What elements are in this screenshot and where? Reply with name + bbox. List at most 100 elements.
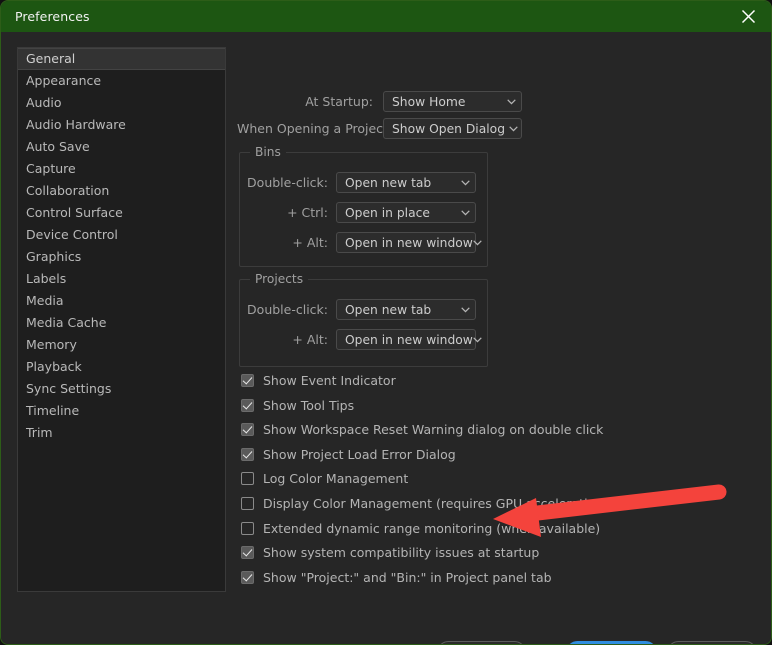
cancel-button[interactable]: Cancel xyxy=(667,641,757,644)
checkbox-checked-icon[interactable] xyxy=(241,546,254,560)
sidebar-item-trim[interactable]: Trim xyxy=(18,422,225,444)
when-opening-project-label: When Opening a Project: xyxy=(237,121,393,136)
sidebar-item-label: Appearance xyxy=(26,73,102,88)
checkbox-row-0[interactable]: Show Event Indicator xyxy=(241,373,396,388)
sidebar-item-label: Sync Settings xyxy=(26,381,112,396)
checkbox-label: Display Color Management (requires GPU a… xyxy=(263,496,609,511)
at-startup-label: At Startup: xyxy=(305,94,373,109)
projects-row-dropdown[interactable]: Open new tab xyxy=(336,299,476,320)
projects-row-dropdown[interactable]: Open in new window xyxy=(336,329,482,350)
sidebar-item-label: Memory xyxy=(26,337,77,352)
sidebar-item-auto-save[interactable]: Auto Save xyxy=(18,136,225,158)
checkbox-row-3[interactable]: Show Project Load Error Dialog xyxy=(241,447,456,462)
when-opening-project-row: When Opening a Project: Show Open Dialog xyxy=(237,118,522,139)
projects-group-title: Projects xyxy=(250,272,309,286)
sidebar-item-label: Graphics xyxy=(26,249,82,264)
sidebar-item-capture[interactable]: Capture xyxy=(18,158,225,180)
bins-row-1: + Ctrl: Open in place xyxy=(240,202,476,223)
sidebar-item-general[interactable]: General xyxy=(18,48,225,70)
chevron-down-icon xyxy=(505,125,521,132)
sidebar-item-collaboration[interactable]: Collaboration xyxy=(18,180,225,202)
sidebar-item-label: Media xyxy=(26,293,64,308)
sidebar-item-media-cache[interactable]: Media Cache xyxy=(18,312,225,334)
ok-button[interactable]: OK xyxy=(566,641,657,644)
checkbox-row-7[interactable]: Show system compatibility issues at star… xyxy=(241,545,539,560)
title-bar: Preferences xyxy=(1,1,771,32)
checkbox-label: Show system compatibility issues at star… xyxy=(263,545,540,561)
sidebar-item-sync-settings[interactable]: Sync Settings xyxy=(18,378,225,400)
checkbox-label: Extended dynamic range monitoring (when … xyxy=(263,520,601,536)
checkbox-row-1[interactable]: Show Tool Tips xyxy=(241,398,354,413)
projects-row-0: Double-click: Open new tab xyxy=(240,299,476,320)
checkbox-checked-icon[interactable] xyxy=(241,570,254,584)
sidebar-item-labels[interactable]: Labels xyxy=(18,268,225,290)
projects-group: Projects Double-click: Open new tab + Alt:… xyxy=(239,272,488,367)
general-settings-pane: At Startup: Show Home When Opening a Pro… xyxy=(237,32,771,644)
bins-group-title: Bins xyxy=(250,145,286,159)
sidebar-item-audio-hardware[interactable]: Audio Hardware xyxy=(18,114,225,136)
projects-row-1: + Alt: Open in new window xyxy=(240,329,482,350)
checkbox-checked-icon[interactable] xyxy=(241,398,254,412)
checkbox-checked-icon[interactable] xyxy=(241,423,254,437)
sidebar-item-timeline[interactable]: Timeline xyxy=(18,400,225,422)
checkbox-unchecked-icon[interactable] xyxy=(241,521,254,535)
checkbox-row-4[interactable]: Log Color Management xyxy=(241,471,408,486)
checkbox-label: Show Event Indicator xyxy=(263,373,396,388)
bins-row-dropdown[interactable]: Open in new window xyxy=(336,232,482,253)
help-button[interactable]: Help xyxy=(437,641,526,644)
when-opening-project-dropdown[interactable]: Show Open Dialog xyxy=(383,118,522,139)
chevron-down-icon xyxy=(455,179,475,186)
projects-row-label: + Alt: xyxy=(292,332,328,347)
projects-row-value: Open new tab xyxy=(345,302,432,317)
bins-row-dropdown[interactable]: Open new tab xyxy=(336,172,476,193)
sidebar-item-device-control[interactable]: Device Control xyxy=(18,224,225,246)
bins-row-2: + Alt: Open in new window xyxy=(240,232,482,253)
bins-row-label: Double-click: xyxy=(247,175,328,190)
projects-row-label: Double-click: xyxy=(247,302,328,317)
preferences-category-list[interactable]: General Appearance Audio Audio Hardware Auto… xyxy=(17,47,226,592)
chevron-down-icon xyxy=(455,306,475,313)
at-startup-value: Show Home xyxy=(392,94,466,109)
chevron-down-icon xyxy=(473,239,482,246)
sidebar-item-label: Auto Save xyxy=(26,139,90,154)
sidebar-item-control-surface[interactable]: Control Surface xyxy=(18,202,225,224)
close-icon xyxy=(741,9,756,24)
sidebar-item-label: General xyxy=(26,51,76,66)
bins-row-dropdown[interactable]: Open in place xyxy=(336,202,476,223)
checkbox-unchecked-icon[interactable] xyxy=(241,497,254,510)
sidebar-item-memory[interactable]: Memory xyxy=(18,334,225,356)
checkbox-row-5[interactable]: Display Color Management (requires GPU a… xyxy=(241,496,608,511)
at-startup-row: At Startup: Show Home xyxy=(237,91,522,112)
sidebar-item-label: Audio xyxy=(26,95,62,110)
sidebar-item-label: Timeline xyxy=(26,403,80,418)
window-title: Preferences xyxy=(15,9,90,24)
at-startup-dropdown[interactable]: Show Home xyxy=(383,91,522,112)
checkbox-row-2[interactable]: Show Workspace Reset Warning dialog on d… xyxy=(241,422,603,437)
chevron-down-icon xyxy=(455,209,475,216)
sidebar-item-media[interactable]: Media xyxy=(18,290,225,312)
sidebar-item-label: Device Control xyxy=(26,227,118,242)
checkbox-row-6[interactable]: Extended dynamic range monitoring (when … xyxy=(241,521,600,536)
chevron-down-icon xyxy=(501,98,521,105)
dialog-body: General Appearance Audio Audio Hardware Auto… xyxy=(1,32,771,644)
checkbox-checked-icon[interactable] xyxy=(241,447,254,461)
bins-row-label: + Alt: xyxy=(292,235,328,250)
close-button[interactable] xyxy=(725,1,771,32)
sidebar-item-appearance[interactable]: Appearance xyxy=(18,70,225,92)
checkbox-unchecked-icon[interactable] xyxy=(241,472,254,486)
sidebar-item-label: Collaboration xyxy=(26,183,110,198)
sidebar-item-label: Media Cache xyxy=(26,315,107,330)
checkbox-checked-icon[interactable] xyxy=(241,374,254,387)
sidebar-item-label: Playback xyxy=(26,359,82,374)
sidebar-item-label: Capture xyxy=(26,161,76,176)
bins-group: Bins Double-click: Open new tab + Ctrl: Ope… xyxy=(239,145,488,267)
bins-row-value: Open in new window xyxy=(345,235,473,250)
chevron-down-icon xyxy=(473,336,482,343)
preferences-dialog: Preferences General Appearance Audio Audio … xyxy=(0,0,772,645)
sidebar-item-label: Audio Hardware xyxy=(26,117,126,132)
sidebar-item-graphics[interactable]: Graphics xyxy=(18,246,225,268)
checkbox-label: Log Color Management xyxy=(263,471,409,487)
sidebar-item-playback[interactable]: Playback xyxy=(18,356,225,378)
sidebar-item-audio[interactable]: Audio xyxy=(18,92,225,114)
checkbox-row-8[interactable]: Show "Project:" and "Bin:" in Project pa… xyxy=(241,570,552,585)
